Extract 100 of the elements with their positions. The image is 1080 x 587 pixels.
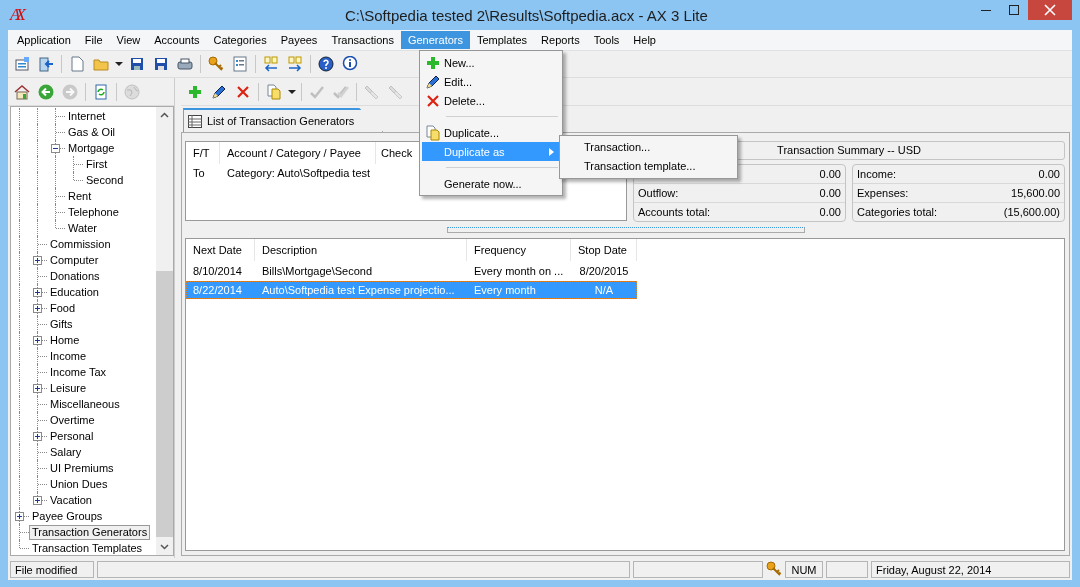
menu-item[interactable]: Delete... <box>422 91 560 110</box>
close-icon <box>1044 4 1056 16</box>
tree-item[interactable]: Telephone <box>65 204 122 220</box>
tree-item[interactable]: Transaction Generators <box>29 524 151 540</box>
menu-item[interactable]: Generate now... <box>422 174 560 193</box>
scroll-up-icon[interactable] <box>160 112 169 118</box>
tab[interactable]: List of Transaction Generators <box>183 108 384 132</box>
table-icon <box>188 114 202 128</box>
num-lock-indicator: NUM <box>785 560 823 578</box>
tree-item[interactable]: Mortgage <box>65 140 118 156</box>
menu-item[interactable]: Payees <box>273 31 325 49</box>
menu-item[interactable]: File <box>77 31 110 49</box>
expander-icon[interactable] <box>33 496 42 505</box>
swap-right-icon <box>287 56 303 72</box>
tree-item[interactable]: UI Premiums <box>47 460 117 476</box>
caret-icon <box>288 89 296 94</box>
table-cell-text: Auto\Softpedia test Expense projectio... <box>261 284 456 296</box>
menu-item[interactable]: Edit... <box>422 72 560 91</box>
column-header[interactable]: Next Date <box>186 239 255 261</box>
splitter-handle[interactable] <box>447 226 805 233</box>
delete-icon <box>235 83 251 100</box>
tree-item[interactable]: Salary <box>47 444 85 460</box>
menu-item[interactable]: Transactions <box>324 31 401 49</box>
expander-icon[interactable] <box>33 336 42 345</box>
tree-item[interactable]: Rent <box>65 188 95 204</box>
menu-item[interactable]: Categories <box>206 31 274 49</box>
menu-item[interactable]: View <box>109 31 148 49</box>
table-cell-text: To <box>192 167 206 179</box>
expander-icon[interactable] <box>33 288 42 297</box>
expander-icon[interactable] <box>33 256 42 265</box>
column-header[interactable]: Stop Date <box>571 239 637 261</box>
tree-item[interactable]: Union Dues <box>47 476 111 492</box>
menu-item[interactable]: Application <box>10 31 78 49</box>
tree-item[interactable]: Water <box>65 220 100 236</box>
column-header[interactable]: Account / Category / Payee <box>220 142 376 164</box>
tree-item[interactable]: Payee Groups <box>29 508 106 524</box>
tree-item[interactable]: Leisure <box>47 380 90 396</box>
tree-item[interactable]: Food <box>47 300 79 316</box>
table-cell-text: N/A <box>593 284 615 296</box>
menu-item[interactable]: Duplicate... <box>422 123 560 142</box>
menu-item[interactable]: New... <box>422 53 560 72</box>
column-header[interactable]: Description <box>255 239 467 261</box>
menu-item[interactable]: Templates <box>469 31 535 49</box>
tree-item[interactable]: Education <box>47 284 102 300</box>
tree-item[interactable]: Donations <box>47 268 103 284</box>
summary-value: 15,600.00 <box>1011 186 1060 201</box>
summary-value: 0.00 <box>819 167 841 182</box>
plus-icon <box>425 54 441 71</box>
tree-item[interactable]: Internet <box>65 108 109 124</box>
table-cell-text: Every month <box>473 284 537 296</box>
info-icon <box>342 56 358 72</box>
scrollbar[interactable] <box>156 107 173 555</box>
expander-icon[interactable] <box>33 304 42 313</box>
status-panel <box>826 560 868 578</box>
tree-item[interactable]: Gas & Oil <box>65 124 119 140</box>
column-header[interactable]: Frequency <box>467 239 571 261</box>
summary-value: 0.00 <box>819 205 841 220</box>
expander-icon[interactable] <box>15 512 24 521</box>
tree-item[interactable]: Second <box>83 172 127 188</box>
close-button[interactable] <box>1028 0 1072 20</box>
table-cell-text: 8/22/2014 <box>192 284 243 296</box>
pencil-icon <box>211 83 227 100</box>
menu-item[interactable]: Tools <box>586 31 627 49</box>
tree-item[interactable]: Vacation <box>47 492 95 508</box>
column-header[interactable]: F/T <box>186 142 220 164</box>
tree-item[interactable]: Commission <box>47 236 114 252</box>
key-icon <box>208 56 224 72</box>
scroll-down-icon[interactable] <box>160 544 169 550</box>
table-cell-text: Every month on ... <box>473 265 565 277</box>
globe-icon <box>124 83 140 100</box>
app-logo: AX <box>10 5 21 25</box>
status-message: File modified <box>10 560 94 578</box>
tree-item[interactable]: First <box>83 156 111 172</box>
table-row[interactable]: 8/10/2014 Bills\Mortgage\Second Every month on ... 8/20/2015 <box>186 262 637 280</box>
properties-icon <box>14 56 30 72</box>
tree-item[interactable]: Gifts <box>47 316 76 332</box>
list-icon <box>232 56 248 72</box>
tree-item[interactable]: Computer <box>47 252 102 268</box>
expander-icon[interactable] <box>33 432 42 441</box>
refresh-icon <box>93 83 109 100</box>
window-title: C:\Softpedia tested 2\Results\Softpedia.acx - AX 3 Lite <box>345 6 708 24</box>
expander-icon[interactable] <box>33 384 42 393</box>
tree-item[interactable]: Income <box>47 348 90 364</box>
summary-label: Expenses: <box>857 186 909 201</box>
summary-label: Income: <box>857 167 897 182</box>
tree-item[interactable]: Miscellaneous <box>47 396 123 412</box>
summary-label: Outflow: <box>638 186 679 201</box>
summary-value: 0.00 <box>819 186 841 201</box>
tree-item[interactable]: Home <box>47 332 83 348</box>
menu-item[interactable]: Reports <box>534 31 587 49</box>
summary-value: (15,600.00) <box>1003 205 1060 220</box>
tree-item[interactable]: Transaction Templates <box>29 540 146 555</box>
tree-item[interactable]: Overtime <box>47 412 98 428</box>
menu-item[interactable]: Accounts <box>147 31 207 49</box>
tree-item[interactable]: Personal <box>47 428 97 444</box>
printer-icon <box>177 56 193 72</box>
menu-item[interactable]: Transaction template... <box>560 157 737 176</box>
menu-item[interactable]: Help <box>626 31 663 49</box>
tree-item[interactable]: Income Tax <box>47 364 110 380</box>
expander-icon[interactable] <box>51 144 60 153</box>
